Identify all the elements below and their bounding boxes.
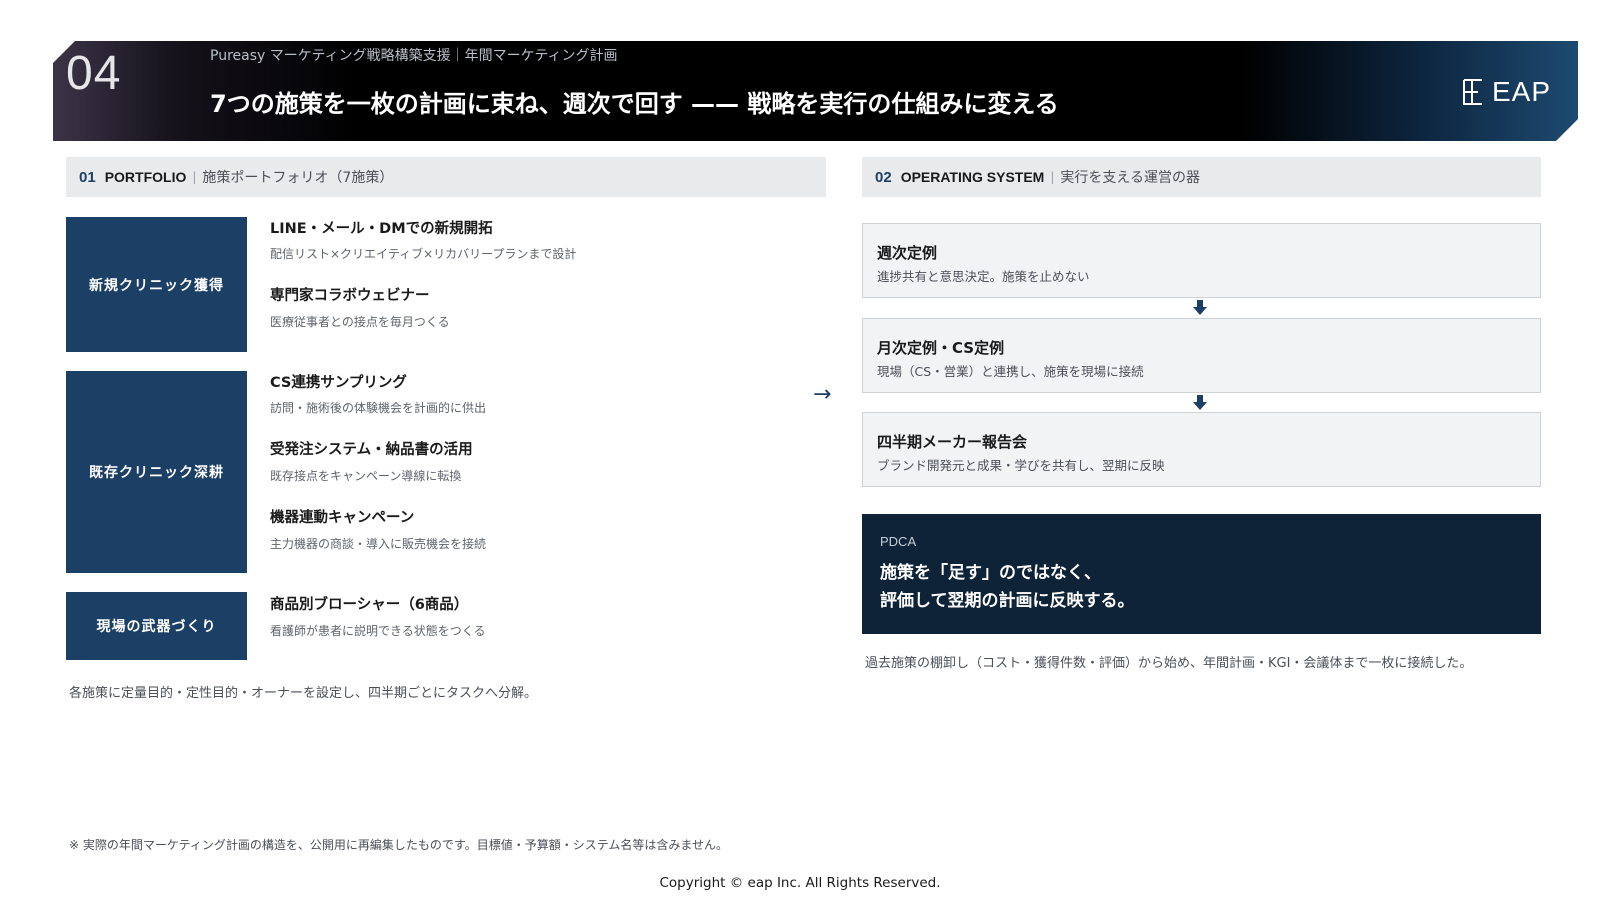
initiative-desc: 配信リスト×クリエイティブ×リカバリープランまで設計 xyxy=(270,247,577,261)
step-desc: 現場（CS・営業）と連携し、施策を現場に接続 xyxy=(877,364,1144,379)
down-arrow-icon xyxy=(1193,300,1207,315)
eap-logo-mark-icon xyxy=(1463,79,1482,105)
operating-section-title-jp: 実行を支える運営の器 xyxy=(1060,170,1200,186)
disclaimer: ※ 実際の年間マーケティング計画の構造を、公開用に再編集したものです。目標値・予… xyxy=(69,838,728,852)
page-title: 7つの施策を一枚の計画に束ね、週次で回す —— 戦略を実行の仕組みに変える xyxy=(210,90,1059,118)
initiative-title: LINE・メール・DMでの新規開拓 xyxy=(270,221,493,237)
initiative-title: CS連携サンプリング xyxy=(270,375,407,391)
step-desc: 進捗共有と意思決定。施策を止めない xyxy=(877,269,1090,284)
pdca-panel: PDCA 施策を「足す」のではなく、 評価して翌期の計画に反映する。 xyxy=(862,514,1541,634)
initiative-desc: 看護師が患者に説明できる状態をつくる xyxy=(270,624,486,638)
portfolio-section-title-en: PORTFOLIO xyxy=(104,169,187,185)
initiative-title: 専門家コラボウェビナー xyxy=(270,288,430,304)
pdca-message-line: 施策を「足す」のではなく、 xyxy=(880,563,1101,583)
quarterly-report-box: 四半期メーカー報告会 ブランド開発元と成果・学びを共有し、翌期に反映 xyxy=(862,412,1541,487)
initiative-title: 受発注システム・納品書の活用 xyxy=(270,442,473,458)
initiative-title: 商品別ブローシャー（6商品） xyxy=(270,597,469,613)
logo-text: EAP xyxy=(1492,76,1552,107)
operating-section-number: 02 xyxy=(875,168,892,186)
operating-section-separator: | xyxy=(1050,170,1055,184)
initiative-desc: 既存接点をキャンペーン導線に転換 xyxy=(270,469,462,483)
initiative-desc: 医療従事者との接点を毎月つくる xyxy=(270,315,450,329)
page-number: 04 xyxy=(66,47,122,100)
initiative-title: 機器連動キャンペーン xyxy=(270,510,415,526)
portfolio-section-header: 01 PORTFOLIO | 施策ポートフォリオ（7施策） xyxy=(66,157,826,197)
step-desc: ブランド開発元と成果・学びを共有し、翌期に反映 xyxy=(877,458,1165,473)
operating-section-title-en: OPERATING SYSTEM xyxy=(900,169,1045,185)
initiative-desc: 訪問・施術後の体験機会を計画的に供出 xyxy=(270,401,487,415)
pdca-tag: PDCA xyxy=(880,534,917,549)
copyright: Copyright © eap Inc. All Rights Reserved… xyxy=(659,875,941,891)
category-new-clinic: 新規クリニック獲得 xyxy=(66,217,247,352)
right-arrow-icon: → xyxy=(813,382,832,407)
operating-section-header: 02 OPERATING SYSTEM | 実行を支える運営の器 xyxy=(862,157,1541,197)
step-title: 月次定例・CS定例 xyxy=(877,339,1005,357)
step-title: 週次定例 xyxy=(877,244,938,262)
weekly-meeting-box: 週次定例 進捗共有と意思決定。施策を止めない xyxy=(862,223,1541,298)
portfolio-note: 各施策に定量目的・定性目的・オーナーを設定し、四半期ごとにタスクへ分解。 xyxy=(69,686,538,701)
company-logo: EAP xyxy=(1460,76,1551,108)
category-field-tools: 現場の武器づくり xyxy=(66,592,247,660)
category-existing-clinic: 既存クリニック深耕 xyxy=(66,371,247,573)
breadcrumb: Pureasy マーケティング戦略構築支援｜年間マーケティング計画 xyxy=(210,48,618,64)
portfolio-section-title-jp: 施策ポートフォリオ（7施策） xyxy=(202,170,394,186)
pdca-message-line: 評価して翌期の計画に反映する。 xyxy=(880,591,1135,611)
portfolio-section-separator: | xyxy=(192,170,197,184)
operating-note: 過去施策の棚卸し（コスト・獲得件数・評価）から始め、年間計画・KGI・会議体まで… xyxy=(865,656,1473,671)
monthly-meeting-box: 月次定例・CS定例 現場（CS・営業）と連携し、施策を現場に接続 xyxy=(862,318,1541,393)
initiative-desc: 主力機器の商談・導入に販売機会を接続 xyxy=(270,537,487,551)
portfolio-section-number: 01 xyxy=(79,168,96,186)
down-arrow-icon xyxy=(1193,395,1207,410)
step-title: 四半期メーカー報告会 xyxy=(877,433,1028,451)
